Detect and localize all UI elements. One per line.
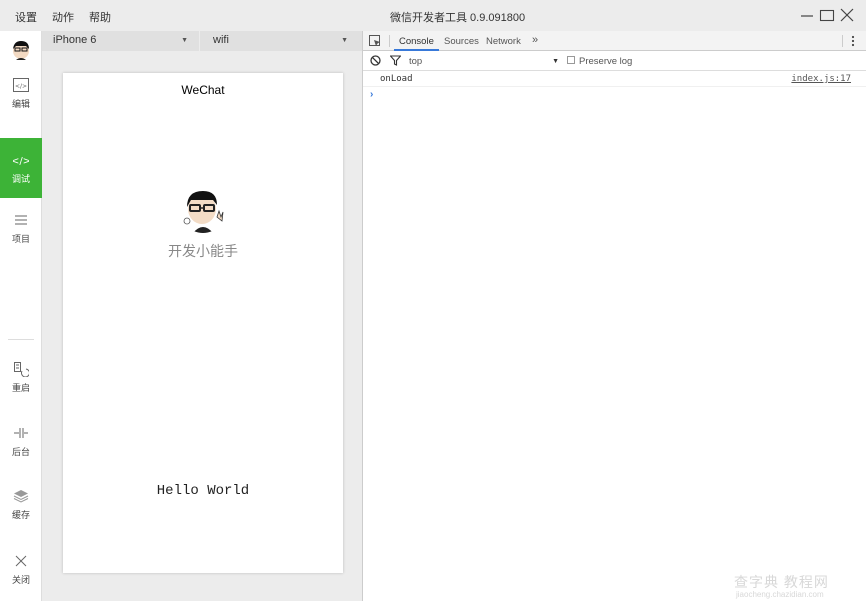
nickname: 开发小能手 xyxy=(168,243,238,259)
chevron-down-icon: ▼ xyxy=(181,37,188,44)
svg-text:</>: </> xyxy=(15,83,27,90)
sidebar-item-close[interactable]: 关闭 xyxy=(0,539,42,599)
tab-console[interactable]: Console xyxy=(399,36,434,47)
restart-icon xyxy=(13,361,29,377)
hello-text: Hello World xyxy=(156,483,250,499)
menu-lines-icon xyxy=(13,212,29,228)
user-avatar-image[interactable] xyxy=(179,185,227,233)
context-select[interactable]: top ▼ xyxy=(409,56,559,67)
sidebar: </> 编辑 </> 调试 项目 重启 后台 缓存 关闭 xyxy=(0,31,42,601)
sidebar-item-label: 编辑 xyxy=(11,98,30,109)
device-select[interactable]: iPhone 6 ▼ xyxy=(53,34,188,46)
watermark: 查字典 教程网 xyxy=(734,574,829,590)
maximize-icon xyxy=(819,9,835,22)
tab-divider xyxy=(842,35,843,47)
layers-icon xyxy=(13,488,29,504)
close-window-button[interactable] xyxy=(838,6,856,24)
sidebar-item-debug[interactable]: </> 调试 xyxy=(0,138,42,198)
code-brackets-icon: </> xyxy=(13,152,29,168)
devtools-menu-button[interactable] xyxy=(850,35,856,50)
svg-text:</>: </> xyxy=(13,156,29,166)
sidebar-item-restart[interactable]: 重启 xyxy=(0,347,42,407)
menu-actions[interactable]: 动作 xyxy=(52,9,74,25)
network-select[interactable]: wifi ▼ xyxy=(213,34,348,46)
sidebar-item-cache[interactable]: 缓存 xyxy=(0,474,42,534)
chevron-down-icon: ▼ xyxy=(552,58,559,65)
network-value: wifi xyxy=(213,34,229,46)
chevron-down-icon: ▼ xyxy=(341,37,348,44)
maximize-button[interactable] xyxy=(818,6,836,24)
console-message: onLoad index.js:17 xyxy=(363,71,866,87)
toolbar-divider xyxy=(199,31,200,51)
sidebar-item-label: 关闭 xyxy=(11,574,30,585)
sidebar-item-background[interactable]: 后台 xyxy=(0,411,42,471)
sidebar-item-label: 调试 xyxy=(11,173,30,184)
console-source-link[interactable]: index.js:17 xyxy=(791,74,851,84)
close-icon xyxy=(840,8,854,22)
avatar-icon xyxy=(179,185,227,233)
more-tabs-button[interactable]: » xyxy=(532,34,538,46)
console-toolbar: top ▼ Preserve log xyxy=(363,51,866,71)
devtools-panel: Console Sources Network » top ▼ Preserve… xyxy=(362,31,866,601)
devtools-tabbar: Console Sources Network » xyxy=(363,31,866,51)
inspect-element-button[interactable] xyxy=(369,35,381,50)
console-message-text: onLoad xyxy=(380,74,413,84)
block-icon xyxy=(370,55,381,66)
sidebar-item-project[interactable]: 项目 xyxy=(0,198,42,258)
code-box-icon: </> xyxy=(13,77,29,93)
title-bar: 设置 动作 帮助 微信开发者工具 0.9.091800 xyxy=(0,0,866,31)
minimize-icon xyxy=(801,15,813,17)
sidebar-item-label: 项目 xyxy=(11,233,30,244)
minimize-button[interactable] xyxy=(798,6,816,24)
page-title: WeChat xyxy=(181,83,225,97)
avatar-icon xyxy=(13,41,29,60)
clear-console-button[interactable] xyxy=(370,55,381,69)
menu-settings[interactable]: 设置 xyxy=(15,9,37,25)
watermark-url: jiaocheng.chazidian.com xyxy=(736,590,824,599)
preserve-log-checkbox[interactable] xyxy=(567,56,575,64)
simulator-panel: iPhone 6 ▼ wifi ▼ WeChat 开发小能手 Hello Wor… xyxy=(42,31,362,601)
menu-bar: 设置 动作 帮助 xyxy=(15,9,111,25)
sidebar-item-label: 重启 xyxy=(11,382,30,393)
sidebar-divider xyxy=(8,339,34,340)
kebab-menu-icon xyxy=(851,35,855,47)
sidebar-item-label: 缓存 xyxy=(11,509,30,520)
background-icon xyxy=(13,425,29,441)
context-value: top xyxy=(409,56,423,67)
window-title: 微信开发者工具 0.9.091800 xyxy=(390,12,526,24)
tab-sources[interactable]: Sources xyxy=(444,36,479,47)
close-icon xyxy=(13,553,29,569)
menu-help[interactable]: 帮助 xyxy=(89,9,111,25)
sidebar-item-label: 后台 xyxy=(11,446,30,457)
tab-network[interactable]: Network xyxy=(486,36,521,47)
phone-screen: WeChat 开发小能手 Hello World xyxy=(63,73,343,573)
filter-button[interactable] xyxy=(389,55,402,69)
simulator-toolbar: iPhone 6 ▼ wifi ▼ xyxy=(42,31,362,51)
inspect-icon xyxy=(369,35,380,46)
preserve-log-label: Preserve log xyxy=(579,56,633,67)
tab-divider xyxy=(389,35,390,47)
sidebar-item-edit[interactable]: </> 编辑 xyxy=(0,63,42,123)
device-value: iPhone 6 xyxy=(53,34,97,46)
console-prompt[interactable]: › xyxy=(370,89,373,100)
filter-icon xyxy=(389,55,402,66)
